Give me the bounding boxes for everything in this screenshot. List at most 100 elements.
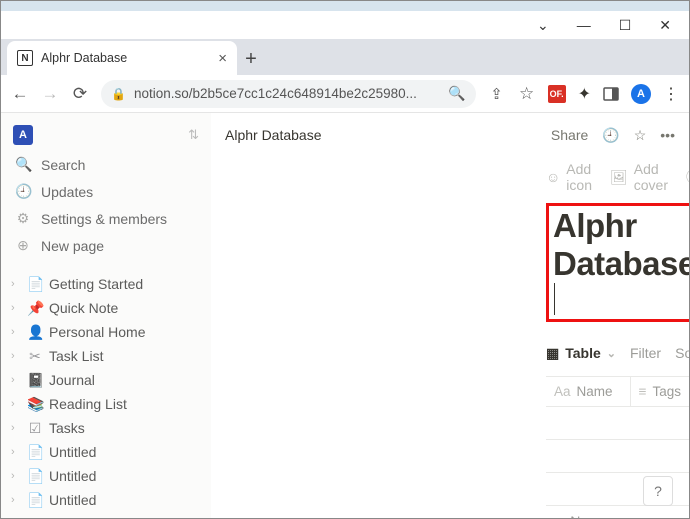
help-button[interactable]: ? xyxy=(643,476,673,506)
list-icon: ≡ xyxy=(639,384,647,399)
page-label: Untitled xyxy=(49,492,96,508)
sidebar-updates-label: Updates xyxy=(41,184,93,200)
page-meta-row: ☺Add icon 🖼 Add cover ⓘAdd description xyxy=(211,157,689,197)
page-label: Reading List xyxy=(49,396,127,412)
sidebar-updates[interactable]: 🕘 Updates xyxy=(3,178,209,205)
filter-button[interactable]: Filter xyxy=(630,345,661,361)
table-row[interactable] xyxy=(546,440,689,473)
page-title[interactable]: Alphr Database xyxy=(553,207,689,283)
extensions-icon[interactable]: ✦ xyxy=(578,84,591,104)
page-label: Untitled xyxy=(49,444,96,460)
chevron-right-icon: › xyxy=(11,494,21,506)
chevron-right-icon: › xyxy=(11,374,21,386)
notion-app: A ⇅ 🔍 Search 🕘 Updates ⚙ Settings & memb… xyxy=(1,113,689,518)
chevron-right-icon: › xyxy=(11,326,21,338)
sort-button[interactable]: Sort xyxy=(675,345,689,361)
sidebar-page-item[interactable]: ›📌Quick Note xyxy=(3,296,209,320)
page-icon: 📄 xyxy=(27,468,43,485)
chevron-right-icon: › xyxy=(11,422,21,434)
profile-avatar[interactable]: A xyxy=(631,84,651,104)
tab-close-icon[interactable]: × xyxy=(218,50,227,67)
page-label: Untitled xyxy=(49,468,96,484)
page-label: Tasks xyxy=(49,420,85,436)
browser-menu-icon[interactable]: ⋮ xyxy=(663,84,679,104)
page-icon: ☑ xyxy=(27,420,43,437)
page-label: Personal Home xyxy=(49,324,146,340)
topbar-actions: Share 🕘 ☆ ••• xyxy=(551,127,675,144)
sidebar-page-item[interactable]: ›✂Task List xyxy=(3,344,209,368)
title-highlight-box: Alphr Database xyxy=(546,203,689,322)
sidebar-page-item[interactable]: ›📄Untitled xyxy=(3,464,209,488)
browser-tab[interactable]: N Alphr Database × xyxy=(7,41,237,75)
nav-forward-icon[interactable]: → xyxy=(41,84,59,104)
breadcrumb[interactable]: Alphr Database xyxy=(225,127,537,143)
table-icon: ▦ xyxy=(546,345,559,362)
column-name[interactable]: AaName xyxy=(546,377,631,406)
sidebar-page-item[interactable]: › 📚 Reading List xyxy=(3,392,209,416)
chevron-right-icon: › xyxy=(11,278,21,290)
workspace-switcher[interactable]: A ⇅ xyxy=(3,119,209,151)
add-row-button[interactable]: +New xyxy=(546,506,689,518)
sidebar-search[interactable]: 🔍 Search xyxy=(3,151,209,178)
page-label: Getting Started xyxy=(49,276,143,292)
add-cover-label: Add cover xyxy=(634,161,668,193)
new-tab-button[interactable]: + xyxy=(237,48,265,75)
nav-back-icon[interactable]: ← xyxy=(11,84,29,104)
nav-reload-icon[interactable]: ⟳ xyxy=(71,84,89,104)
column-tags[interactable]: ≡Tags xyxy=(631,377,689,406)
sidepanel-icon[interactable] xyxy=(603,86,619,102)
sidebar-page-item[interactable]: ›📄Untitled xyxy=(3,440,209,464)
browser-toolbar: ← → ⟳ 🔒 notion.so/b2b5ce7cc1c24c648914be… xyxy=(1,75,689,113)
add-icon-button[interactable]: ☺Add icon xyxy=(546,161,592,193)
history-icon[interactable]: 🕘 xyxy=(602,127,619,144)
bookmark-star-icon[interactable]: ☆ xyxy=(518,84,536,104)
url-text: notion.so/b2b5ce7cc1c24c648914be2c25980.… xyxy=(134,86,440,101)
address-bar[interactable]: 🔒 notion.so/b2b5ce7cc1c24c648914be2c2598… xyxy=(101,80,476,108)
page-label: Task List xyxy=(49,348,103,364)
sidebar-new-page[interactable]: ⊕ New page xyxy=(3,232,209,259)
share-page-icon[interactable]: ⇪ xyxy=(488,85,506,103)
sidebar-pages-list: ›📄Getting Started›📌Quick Note›👤Personal … xyxy=(3,272,209,512)
page-icon: 📓 xyxy=(27,372,43,389)
window-maximize-icon[interactable]: ☐ xyxy=(619,17,632,34)
chevron-down-icon: ⌄ xyxy=(607,347,616,360)
extension-badge[interactable]: OF. xyxy=(548,85,566,103)
window-minimize-icon[interactable]: — xyxy=(577,17,591,33)
sidebar-page-item[interactable]: › 📄 Untitled xyxy=(3,488,209,512)
window-close-icon[interactable]: ✕ xyxy=(659,17,671,34)
favorite-star-icon[interactable]: ☆ xyxy=(634,127,647,144)
add-cover-button[interactable]: 🖼 Add cover xyxy=(610,161,668,193)
text-cursor xyxy=(554,283,555,315)
page-menu-icon[interactable]: ••• xyxy=(660,127,675,143)
sidebar-page-item[interactable]: ›👤Personal Home xyxy=(3,320,209,344)
gear-icon: ⚙ xyxy=(15,210,31,227)
table-row[interactable] xyxy=(546,407,689,440)
clock-icon: 🕘 xyxy=(15,183,31,200)
sidebar-settings[interactable]: ⚙ Settings & members xyxy=(3,205,209,232)
search-in-url-icon[interactable]: 🔍 xyxy=(448,85,465,102)
page-label: Journal xyxy=(49,372,95,388)
tab-favicon: N xyxy=(17,50,33,66)
view-name: Table xyxy=(565,345,601,361)
page-icon: 📚 xyxy=(27,396,43,413)
tab-title: Alphr Database xyxy=(41,51,210,65)
view-switcher[interactable]: ▦ Table ⌄ xyxy=(546,345,616,362)
image-icon: 🖼 xyxy=(610,169,628,186)
sidebar-settings-label: Settings & members xyxy=(41,211,167,227)
page-icon: ✂ xyxy=(27,348,43,365)
text-type-icon: Aa xyxy=(554,384,571,399)
add-description-button[interactable]: ⓘAdd description xyxy=(686,161,689,193)
sidebar-page-item[interactable]: › 📓 Journal xyxy=(3,368,209,392)
page-icon: 📌 xyxy=(27,300,43,317)
add-row-label: New xyxy=(570,513,598,518)
sidebar-page-item[interactable]: › ☑ Tasks xyxy=(3,416,209,440)
share-button[interactable]: Share xyxy=(551,127,588,143)
window-dropdown-icon[interactable]: ⌄ xyxy=(537,17,549,34)
extensions-area: OF. ✦ A ⋮ xyxy=(548,84,679,104)
workspace-badge: A xyxy=(13,125,33,145)
browser-tabbar: N Alphr Database × + xyxy=(1,39,689,75)
sidebar-search-label: Search xyxy=(41,157,85,173)
chevron-right-icon: › xyxy=(11,398,21,410)
sidebar-page-item[interactable]: ›📄Getting Started xyxy=(3,272,209,296)
page-icon: 📄 xyxy=(27,492,43,509)
